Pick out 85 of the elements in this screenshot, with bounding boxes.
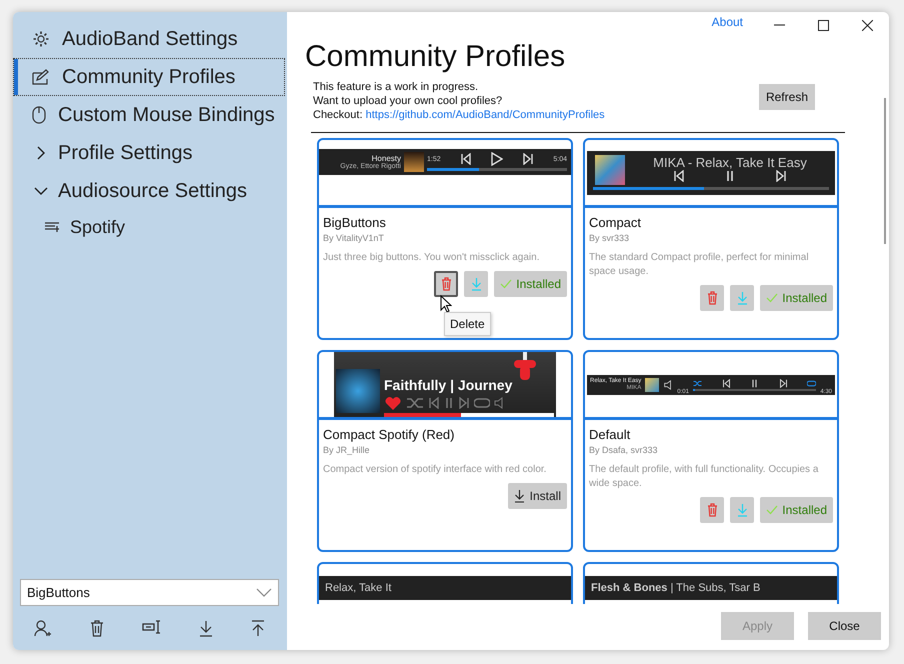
trash-icon xyxy=(90,620,104,637)
profile-author: By VitalityV1nT xyxy=(323,233,385,243)
tooltip: Delete xyxy=(444,312,491,336)
track-title: Relax, Take It xyxy=(325,582,392,594)
track-title: Faithfully | Journey xyxy=(384,377,514,393)
album-art xyxy=(336,369,380,413)
profile-author: By svr333 xyxy=(589,233,630,243)
album-art xyxy=(645,378,660,392)
download-icon xyxy=(736,503,748,517)
next-icon xyxy=(775,170,787,182)
volume-icon xyxy=(494,397,504,409)
sidebar-item[interactable]: Community Profiles xyxy=(13,58,285,96)
edit-icon xyxy=(32,69,50,85)
profile-dropdown[interactable]: BigButtons xyxy=(20,579,279,606)
profile-name: BigButtons xyxy=(323,215,387,230)
shuffle-icon xyxy=(406,396,424,410)
repeat-icon xyxy=(474,396,490,410)
pause-icon xyxy=(750,378,760,388)
profile-name: Compact xyxy=(589,215,642,230)
check-icon xyxy=(766,293,778,303)
pause-icon xyxy=(444,397,454,409)
track-title: MIKA - Relax, Take It Easy xyxy=(653,154,807,170)
about-link[interactable]: About xyxy=(712,15,743,29)
previous-icon xyxy=(673,170,685,182)
delete-button[interactable] xyxy=(700,497,724,523)
sidebar-item[interactable]: AudioBand Settings xyxy=(13,20,285,58)
play-icon xyxy=(491,152,503,166)
profile-description: Just three big buttons. You won't missclick again. xyxy=(323,251,540,265)
volume-icon xyxy=(663,380,674,390)
profile-name: Default xyxy=(589,427,632,442)
download-icon xyxy=(470,277,482,291)
install-button[interactable]: Install xyxy=(508,483,567,509)
chevron-down-icon xyxy=(256,588,272,597)
rename-icon xyxy=(142,620,162,634)
list-icon xyxy=(44,221,60,233)
check-icon xyxy=(766,505,778,515)
download-icon xyxy=(736,291,748,305)
sidebar-item[interactable]: Custom Mouse Bindings xyxy=(13,96,285,134)
close-icon xyxy=(862,20,872,30)
github-link[interactable]: https://github.com/AudioBand/CommunityProfiles xyxy=(366,109,605,121)
sidebar-item[interactable]: Spotify xyxy=(13,210,285,244)
checkout-label: Checkout: xyxy=(313,109,363,121)
profile-author: By JR_Hille xyxy=(323,445,371,455)
heart-icon xyxy=(384,395,402,411)
page-title: Community Profiles xyxy=(305,40,566,74)
close-button[interactable]: Close xyxy=(808,612,881,640)
mouse-icon xyxy=(32,106,46,124)
trash-icon xyxy=(440,277,452,291)
check-icon xyxy=(500,279,512,289)
next-icon xyxy=(778,378,788,388)
sidebar-item[interactable]: Audiosource Settings xyxy=(13,172,285,210)
album-art xyxy=(404,152,424,172)
refresh-button[interactable]: Refresh xyxy=(758,84,815,110)
intro-text: This feature is a work in progress. xyxy=(313,80,480,94)
scrollbar[interactable] xyxy=(884,98,886,244)
profile-description: Compact version of spotify interface with red color. xyxy=(323,463,548,477)
settings-icon xyxy=(32,30,50,48)
profile-author: By Dsafa, svr333 xyxy=(589,445,659,455)
trash-icon xyxy=(706,503,718,517)
maximize-icon xyxy=(818,20,828,30)
previous-icon xyxy=(722,378,731,388)
shuffle-icon xyxy=(692,378,702,388)
repeat-icon xyxy=(807,378,816,388)
intro-text: Want to upload your own cool profiles? xyxy=(313,94,504,108)
delete-button[interactable] xyxy=(434,271,458,297)
download-icon xyxy=(514,489,525,503)
previous-icon xyxy=(460,153,472,165)
upload-icon xyxy=(251,620,265,637)
profile-description: The standard Compact profile, perfect for minimal space usage. xyxy=(589,251,810,279)
pause-icon xyxy=(725,170,735,182)
next-icon xyxy=(458,397,470,409)
add-user-icon xyxy=(34,620,52,638)
profile-name: Compact Spotify (Red) xyxy=(323,427,456,442)
minimize-icon xyxy=(774,24,784,26)
download-icon xyxy=(199,620,214,637)
sidebar-item[interactable]: Profile Settings xyxy=(13,134,285,172)
delete-button[interactable] xyxy=(700,285,724,311)
next-icon xyxy=(522,153,534,165)
track-title: Honesty xyxy=(372,154,401,162)
profile-description: The default profile, with full functionality. Occupies a wide space. xyxy=(589,463,820,491)
mouse-cursor-icon xyxy=(440,295,452,313)
album-art xyxy=(595,154,625,184)
track-title: Flesh & Bones | The Subs, Tsar B xyxy=(591,582,760,594)
trash-icon xyxy=(706,291,718,305)
previous-icon xyxy=(428,397,440,409)
